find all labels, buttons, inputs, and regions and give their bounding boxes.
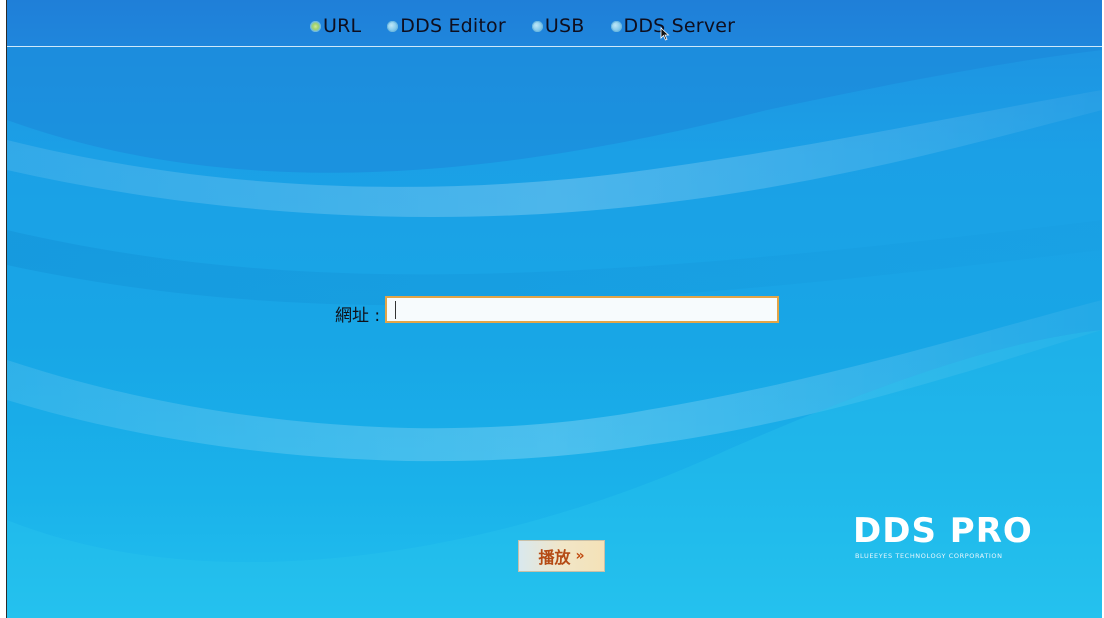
text-caret <box>395 301 396 319</box>
mode-radio-group: URL DDS Editor USB DDS Server <box>310 15 761 37</box>
radio-checked-icon[interactable] <box>310 20 321 32</box>
mode-option-url[interactable]: URL <box>310 15 361 37</box>
mode-option-dds-server[interactable]: DDS Server <box>610 15 736 37</box>
brand-title: DDS PRO <box>853 511 1033 551</box>
mode-option-label: URL <box>323 15 362 37</box>
radio-unchecked-icon[interactable] <box>531 20 543 32</box>
mode-option-dds-editor[interactable]: DDS Editor <box>387 15 506 37</box>
toolbar-divider <box>7 46 1102 47</box>
url-input[interactable] <box>385 296 779 323</box>
mode-option-label: USB <box>544 15 585 37</box>
window-left-border <box>0 0 7 618</box>
app-screen: URL DDS Editor USB DDS Server 網址 : 播放 » … <box>7 0 1102 618</box>
brand-subtitle: BLUEEYES TECHNOLOGY CORPORATION <box>855 552 1003 560</box>
radio-unchecked-icon[interactable] <box>387 20 399 32</box>
play-button[interactable]: 播放 » <box>518 540 605 572</box>
mouse-pointer-icon <box>660 27 670 41</box>
mode-option-label: DDS Editor <box>400 15 506 37</box>
url-field-label: 網址 : <box>335 306 381 326</box>
radio-unchecked-icon[interactable] <box>610 20 622 32</box>
brand-logo: DDS PRO BLUEEYES TECHNOLOGY CORPORATION <box>853 512 1033 560</box>
mode-option-label: DDS Server <box>623 15 736 37</box>
play-button-label: 播放 <box>538 548 571 567</box>
chevron-right-icon: » <box>575 548 585 564</box>
mode-option-usb[interactable]: USB <box>531 15 585 37</box>
